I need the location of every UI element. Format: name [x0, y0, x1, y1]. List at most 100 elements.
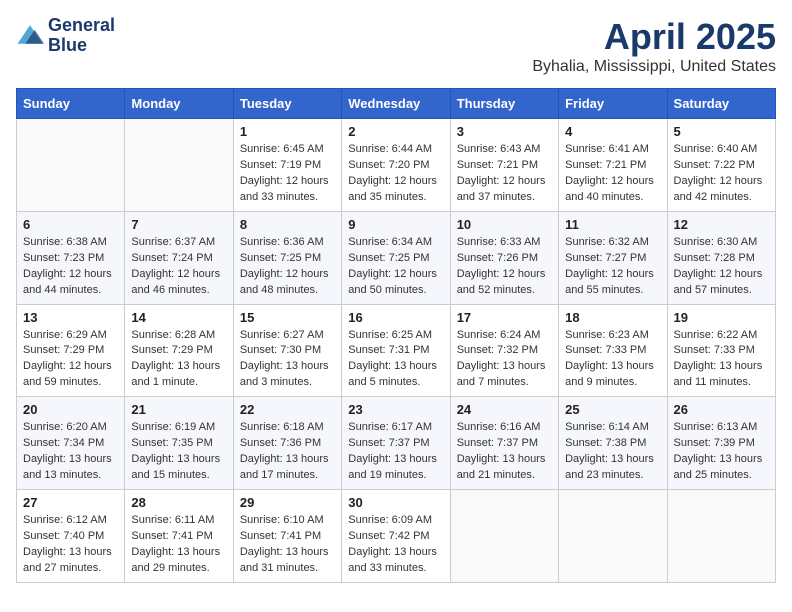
day-info: Sunrise: 6:32 AM Sunset: 7:27 PM Dayligh…	[565, 235, 660, 299]
calendar-cell: 8 Sunrise: 6:36 AM Sunset: 7:25 PM Daylig…	[233, 211, 341, 304]
day-number: 25	[565, 402, 660, 417]
calendar-cell: 25 Sunrise: 6:14 AM Sunset: 7:38 PM Dayli…	[559, 397, 667, 490]
day-number: 23	[348, 402, 443, 417]
calendar-cell	[125, 119, 233, 212]
calendar-cell	[17, 119, 125, 212]
weekday-header-tuesday: Tuesday	[233, 89, 341, 119]
day-number: 24	[457, 402, 552, 417]
day-number: 3	[457, 124, 552, 139]
day-info: Sunrise: 6:11 AM Sunset: 7:41 PM Dayligh…	[131, 513, 226, 577]
day-info: Sunrise: 6:41 AM Sunset: 7:21 PM Dayligh…	[565, 142, 660, 206]
calendar-cell: 7 Sunrise: 6:37 AM Sunset: 7:24 PM Daylig…	[125, 211, 233, 304]
calendar-cell: 20 Sunrise: 6:20 AM Sunset: 7:34 PM Dayli…	[17, 397, 125, 490]
day-info: Sunrise: 6:44 AM Sunset: 7:20 PM Dayligh…	[348, 142, 443, 206]
calendar-cell: 10Sunrise: 6:33 AM Sunset: 7:26 PM Dayli…	[450, 211, 558, 304]
day-number: 2	[348, 124, 443, 139]
calendar-cell: 26 Sunrise: 6:13 AM Sunset: 7:39 PM Dayli…	[667, 397, 775, 490]
calendar-cell: 12 Sunrise: 6:30 AM Sunset: 7:28 PM Dayli…	[667, 211, 775, 304]
day-info: Sunrise: 6:37 AM Sunset: 7:24 PM Dayligh…	[131, 235, 226, 299]
calendar-cell: 9Sunrise: 6:34 AM Sunset: 7:25 PM Daylig…	[342, 211, 450, 304]
day-number: 29	[240, 495, 335, 510]
day-number: 5	[674, 124, 769, 139]
calendar-cell: 16 Sunrise: 6:25 AM Sunset: 7:31 PM Dayli…	[342, 304, 450, 397]
day-number: 7	[131, 217, 226, 232]
calendar-cell: 30 Sunrise: 6:09 AM Sunset: 7:42 PM Dayli…	[342, 490, 450, 583]
month-title: April 2025	[532, 16, 776, 58]
day-number: 15	[240, 310, 335, 325]
weekday-header-row: SundayMondayTuesdayWednesdayThursdayFrid…	[17, 89, 776, 119]
day-number: 6	[23, 217, 118, 232]
day-info: Sunrise: 6:28 AM Sunset: 7:29 PM Dayligh…	[131, 328, 226, 392]
day-number: 13	[23, 310, 118, 325]
calendar-cell: 18Sunrise: 6:23 AM Sunset: 7:33 PM Dayli…	[559, 304, 667, 397]
day-number: 14	[131, 310, 226, 325]
calendar-cell: 2 Sunrise: 6:44 AM Sunset: 7:20 PM Daylig…	[342, 119, 450, 212]
week-row-5: 27Sunrise: 6:12 AM Sunset: 7:40 PM Dayli…	[17, 490, 776, 583]
day-info: Sunrise: 6:27 AM Sunset: 7:30 PM Dayligh…	[240, 328, 335, 392]
calendar-cell: 21 Sunrise: 6:19 AM Sunset: 7:35 PM Dayli…	[125, 397, 233, 490]
day-number: 20	[23, 402, 118, 417]
day-info: Sunrise: 6:34 AM Sunset: 7:25 PM Dayligh…	[348, 235, 443, 299]
calendar-cell: 29Sunrise: 6:10 AM Sunset: 7:41 PM Dayli…	[233, 490, 341, 583]
day-number: 11	[565, 217, 660, 232]
calendar-cell: 22 Sunrise: 6:18 AM Sunset: 7:36 PM Dayli…	[233, 397, 341, 490]
day-info: Sunrise: 6:18 AM Sunset: 7:36 PM Dayligh…	[240, 420, 335, 484]
title-block: April 2025 Byhalia, Mississippi, United …	[532, 16, 776, 76]
calendar-cell	[450, 490, 558, 583]
calendar-cell: 11 Sunrise: 6:32 AM Sunset: 7:27 PM Dayli…	[559, 211, 667, 304]
day-info: Sunrise: 6:12 AM Sunset: 7:40 PM Dayligh…	[23, 513, 118, 577]
location: Byhalia, Mississippi, United States	[532, 58, 776, 76]
day-info: Sunrise: 6:09 AM Sunset: 7:42 PM Dayligh…	[348, 513, 443, 577]
day-info: Sunrise: 6:30 AM Sunset: 7:28 PM Dayligh…	[674, 235, 769, 299]
weekday-header-wednesday: Wednesday	[342, 89, 450, 119]
day-info: Sunrise: 6:38 AM Sunset: 7:23 PM Dayligh…	[23, 235, 118, 299]
page-header: General Blue April 2025 Byhalia, Mississ…	[16, 16, 776, 76]
day-info: Sunrise: 6:16 AM Sunset: 7:37 PM Dayligh…	[457, 420, 552, 484]
day-number: 30	[348, 495, 443, 510]
day-info: Sunrise: 6:23 AM Sunset: 7:33 PM Dayligh…	[565, 328, 660, 392]
day-info: Sunrise: 6:25 AM Sunset: 7:31 PM Dayligh…	[348, 328, 443, 392]
calendar-cell: 27Sunrise: 6:12 AM Sunset: 7:40 PM Dayli…	[17, 490, 125, 583]
day-info: Sunrise: 6:24 AM Sunset: 7:32 PM Dayligh…	[457, 328, 552, 392]
day-info: Sunrise: 6:19 AM Sunset: 7:35 PM Dayligh…	[131, 420, 226, 484]
weekday-header-monday: Monday	[125, 89, 233, 119]
day-number: 16	[348, 310, 443, 325]
calendar-cell	[559, 490, 667, 583]
day-number: 12	[674, 217, 769, 232]
day-number: 4	[565, 124, 660, 139]
calendar-cell: 4 Sunrise: 6:41 AM Sunset: 7:21 PM Daylig…	[559, 119, 667, 212]
logo-line2: Blue	[48, 36, 115, 56]
weekday-header-saturday: Saturday	[667, 89, 775, 119]
day-info: Sunrise: 6:14 AM Sunset: 7:38 PM Dayligh…	[565, 420, 660, 484]
day-info: Sunrise: 6:40 AM Sunset: 7:22 PM Dayligh…	[674, 142, 769, 206]
calendar-cell: 3 Sunrise: 6:43 AM Sunset: 7:21 PM Daylig…	[450, 119, 558, 212]
day-number: 26	[674, 402, 769, 417]
day-number: 17	[457, 310, 552, 325]
week-row-4: 20 Sunrise: 6:20 AM Sunset: 7:34 PM Dayli…	[17, 397, 776, 490]
calendar-cell: 24 Sunrise: 6:16 AM Sunset: 7:37 PM Dayli…	[450, 397, 558, 490]
calendar-cell: 28Sunrise: 6:11 AM Sunset: 7:41 PM Dayli…	[125, 490, 233, 583]
calendar-cell: 5 Sunrise: 6:40 AM Sunset: 7:22 PM Daylig…	[667, 119, 775, 212]
calendar-cell: 17 Sunrise: 6:24 AM Sunset: 7:32 PM Dayli…	[450, 304, 558, 397]
week-row-3: 13Sunrise: 6:29 AM Sunset: 7:29 PM Dayli…	[17, 304, 776, 397]
day-number: 8	[240, 217, 335, 232]
weekday-header-friday: Friday	[559, 89, 667, 119]
day-info: Sunrise: 6:17 AM Sunset: 7:37 PM Dayligh…	[348, 420, 443, 484]
day-info: Sunrise: 6:22 AM Sunset: 7:33 PM Dayligh…	[674, 328, 769, 392]
day-info: Sunrise: 6:20 AM Sunset: 7:34 PM Dayligh…	[23, 420, 118, 484]
day-info: Sunrise: 6:36 AM Sunset: 7:25 PM Dayligh…	[240, 235, 335, 299]
day-number: 21	[131, 402, 226, 417]
day-info: Sunrise: 6:43 AM Sunset: 7:21 PM Dayligh…	[457, 142, 552, 206]
day-info: Sunrise: 6:13 AM Sunset: 7:39 PM Dayligh…	[674, 420, 769, 484]
day-number: 22	[240, 402, 335, 417]
calendar-cell: 1Sunrise: 6:45 AM Sunset: 7:19 PM Daylig…	[233, 119, 341, 212]
day-number: 1	[240, 124, 335, 139]
calendar-cell: 23 Sunrise: 6:17 AM Sunset: 7:37 PM Dayli…	[342, 397, 450, 490]
calendar-cell: 14 Sunrise: 6:28 AM Sunset: 7:29 PM Dayli…	[125, 304, 233, 397]
week-row-2: 6 Sunrise: 6:38 AM Sunset: 7:23 PM Daylig…	[17, 211, 776, 304]
day-number: 10	[457, 217, 552, 232]
weekday-header-sunday: Sunday	[17, 89, 125, 119]
week-row-1: 1Sunrise: 6:45 AM Sunset: 7:19 PM Daylig…	[17, 119, 776, 212]
calendar-cell	[667, 490, 775, 583]
weekday-header-thursday: Thursday	[450, 89, 558, 119]
